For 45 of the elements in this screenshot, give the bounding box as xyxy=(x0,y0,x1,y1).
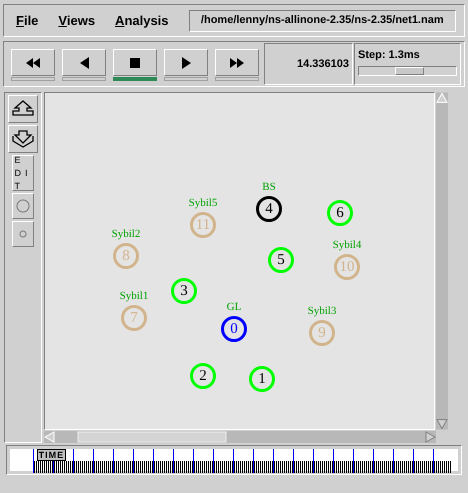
network-node[interactable]: 2 xyxy=(190,363,216,389)
edit-button[interactable]: EDIT xyxy=(12,155,34,191)
network-canvas[interactable]: Sybil5 11 BS 4 6 Sybil2 8 5 Sybil4 10 Sybil1 7 3 GL 0 Sybil3 9 2 1 xyxy=(44,92,436,430)
time-slider[interactable]: TIME xyxy=(36,449,66,461)
back-button[interactable] xyxy=(62,49,106,76)
step-slider[interactable] xyxy=(358,66,457,76)
up-arrow-tray-icon xyxy=(12,100,34,118)
network-node[interactable]: 4 xyxy=(256,196,282,222)
node-label: Sybil1 xyxy=(120,290,148,302)
rewind-button[interactable] xyxy=(11,49,55,76)
file-path-field: /home/lenny/ns-allinone-2.35/ns-2.35/net1.nam xyxy=(188,10,456,32)
node-label: Sybil3 xyxy=(308,305,336,317)
step-label: Step: 1.3ms xyxy=(358,48,421,62)
back-icon xyxy=(80,56,88,68)
time-display: 14.336103 xyxy=(264,43,353,85)
down-arrow-tray-icon xyxy=(12,130,34,148)
network-node[interactable]: 5 xyxy=(268,247,294,273)
forward-button[interactable] xyxy=(215,49,259,76)
network-node[interactable]: 6 xyxy=(327,200,353,226)
menu-item[interactable]: File xyxy=(16,10,38,30)
menu-item[interactable]: Views xyxy=(58,10,96,30)
forward-icon xyxy=(230,58,244,68)
vertical-scrollbar[interactable] xyxy=(436,92,448,430)
play-button[interactable] xyxy=(164,49,208,76)
node-label: BS xyxy=(262,181,276,193)
small-circle-node-button[interactable] xyxy=(12,221,34,247)
node-label: Sybil4 xyxy=(332,239,362,251)
zoom-out-button[interactable] xyxy=(8,125,38,153)
node-label: Sybil5 xyxy=(188,197,218,209)
stop-icon xyxy=(130,58,140,68)
zoom-in-button[interactable] xyxy=(8,95,38,123)
menu-item[interactable]: Analysis xyxy=(115,10,169,30)
network-node[interactable]: 3 xyxy=(171,278,197,304)
node-label: Sybil2 xyxy=(112,228,140,240)
network-node[interactable]: 1 xyxy=(249,366,275,392)
play-icon xyxy=(182,56,190,68)
circle-node-button[interactable] xyxy=(12,193,34,219)
network-node[interactable]: 0 xyxy=(221,316,247,342)
circle-icon xyxy=(16,199,30,213)
node-label: GL xyxy=(226,301,242,313)
small-circle-icon xyxy=(19,230,27,238)
rewind-icon xyxy=(26,58,40,68)
stop-button[interactable] xyxy=(113,49,157,76)
slider-thumb[interactable] xyxy=(395,67,424,75)
horizontal-scrollbar[interactable] xyxy=(44,431,436,443)
